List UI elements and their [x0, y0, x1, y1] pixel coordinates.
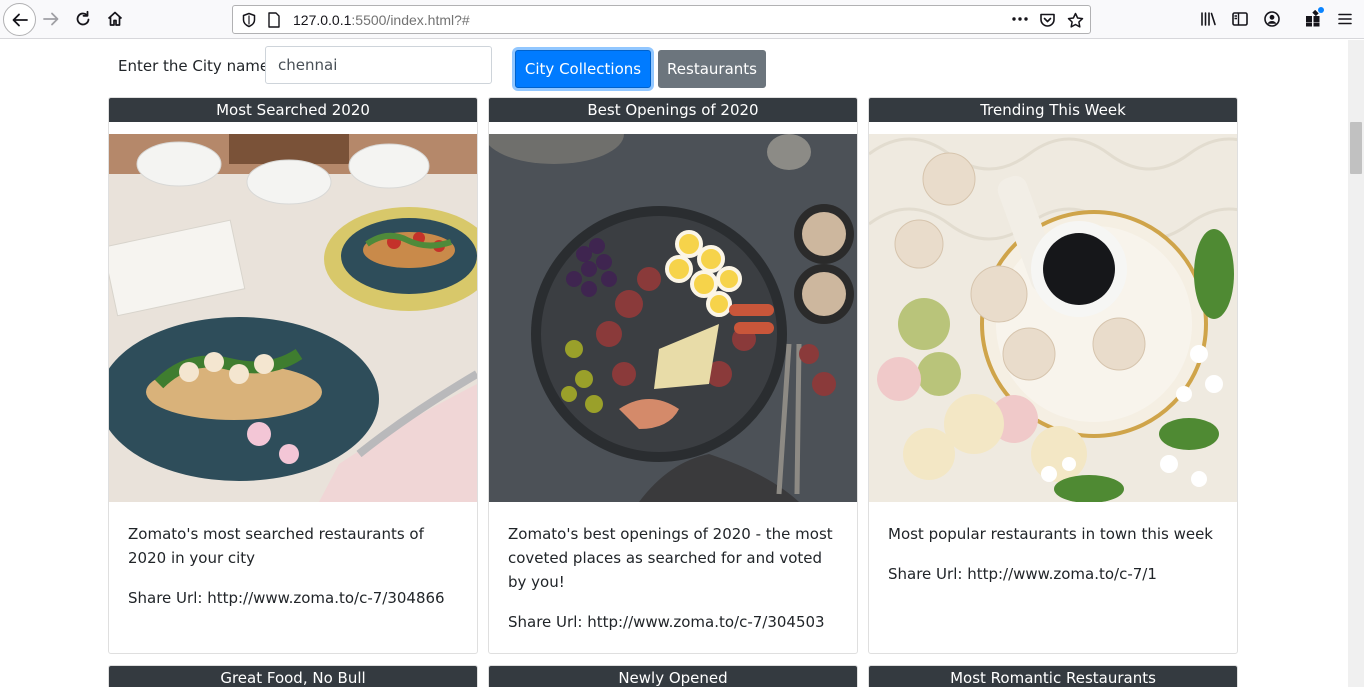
page-icon	[267, 12, 281, 32]
shield-icon[interactable]	[241, 12, 257, 32]
collection-card[interactable]: Most Romantic Restaurants	[868, 665, 1238, 687]
url-bar[interactable]: 127.0.0.1:5500/index.html?#	[232, 5, 1091, 34]
card-share-url: Share Url: http://www.zoma.to/c-7/304866	[128, 589, 445, 607]
url-text: 127.0.0.1:5500/index.html?#	[293, 12, 470, 28]
home-icon[interactable]	[100, 5, 130, 33]
card-title: Most Searched 2020	[109, 98, 477, 122]
card-body: Zomato's most searched restaurants of 20…	[128, 522, 458, 610]
sidebar-icon[interactable]	[1225, 5, 1255, 33]
card-description: Most popular restaurants in town this we…	[888, 525, 1213, 543]
city-input[interactable]	[265, 46, 492, 84]
scrollbar-thumb[interactable]	[1350, 122, 1362, 174]
card-image[interactable]	[109, 134, 477, 502]
card-description: Zomato's best openings of 2020 - the mos…	[508, 525, 833, 591]
card-body: Most popular restaurants in town this we…	[888, 522, 1218, 586]
star-icon[interactable]	[1067, 12, 1084, 33]
card-title: Great Food, No Bull	[109, 666, 477, 687]
menu-icon[interactable]	[1330, 5, 1360, 33]
card-image[interactable]	[489, 134, 857, 502]
card-title: Best Openings of 2020	[489, 98, 857, 122]
card-share-url: Share Url: http://www.zoma.to/c-7/1	[888, 565, 1157, 583]
collection-card[interactable]: Trending This Week Most popular restaura…	[868, 97, 1238, 654]
card-image[interactable]	[869, 134, 1237, 502]
page-content: Enter the City name: City Collections Re…	[0, 40, 1348, 687]
more-icon[interactable]	[1011, 10, 1029, 32]
city-collections-button[interactable]: City Collections	[515, 50, 651, 88]
collection-card[interactable]: Great Food, No Bull	[108, 665, 478, 687]
restaurants-button[interactable]: Restaurants	[658, 50, 766, 88]
city-label: Enter the City name:	[118, 57, 275, 75]
collection-card[interactable]: Best Openings of 2020 Zomato's best open…	[488, 97, 858, 654]
card-body: Zomato's best openings of 2020 - the mos…	[508, 522, 838, 634]
collection-card[interactable]: Newly Opened	[488, 665, 858, 687]
card-title: Newly Opened	[489, 666, 857, 687]
card-description: Zomato's most searched restaurants of 20…	[128, 525, 424, 567]
back-icon[interactable]	[3, 3, 36, 36]
forward-icon[interactable]	[36, 5, 66, 33]
browser-toolbar: 127.0.0.1:5500/index.html?#	[0, 0, 1364, 39]
collection-card[interactable]: Most Searched 2020 Zomato's most searche…	[108, 97, 478, 654]
account-icon[interactable]	[1257, 5, 1287, 33]
card-title: Trending This Week	[869, 98, 1237, 122]
card-share-url: Share Url: http://www.zoma.to/c-7/304503	[508, 613, 825, 631]
library-icon[interactable]	[1193, 5, 1223, 33]
reload-icon[interactable]	[68, 5, 98, 33]
url-host: 127.0.0.1	[293, 12, 352, 28]
card-title: Most Romantic Restaurants	[869, 666, 1237, 687]
extensions-icon[interactable]	[1298, 5, 1328, 33]
update-badge	[1318, 7, 1324, 13]
pocket-icon[interactable]	[1039, 12, 1056, 32]
url-path: :5500/index.html?#	[351, 12, 470, 28]
